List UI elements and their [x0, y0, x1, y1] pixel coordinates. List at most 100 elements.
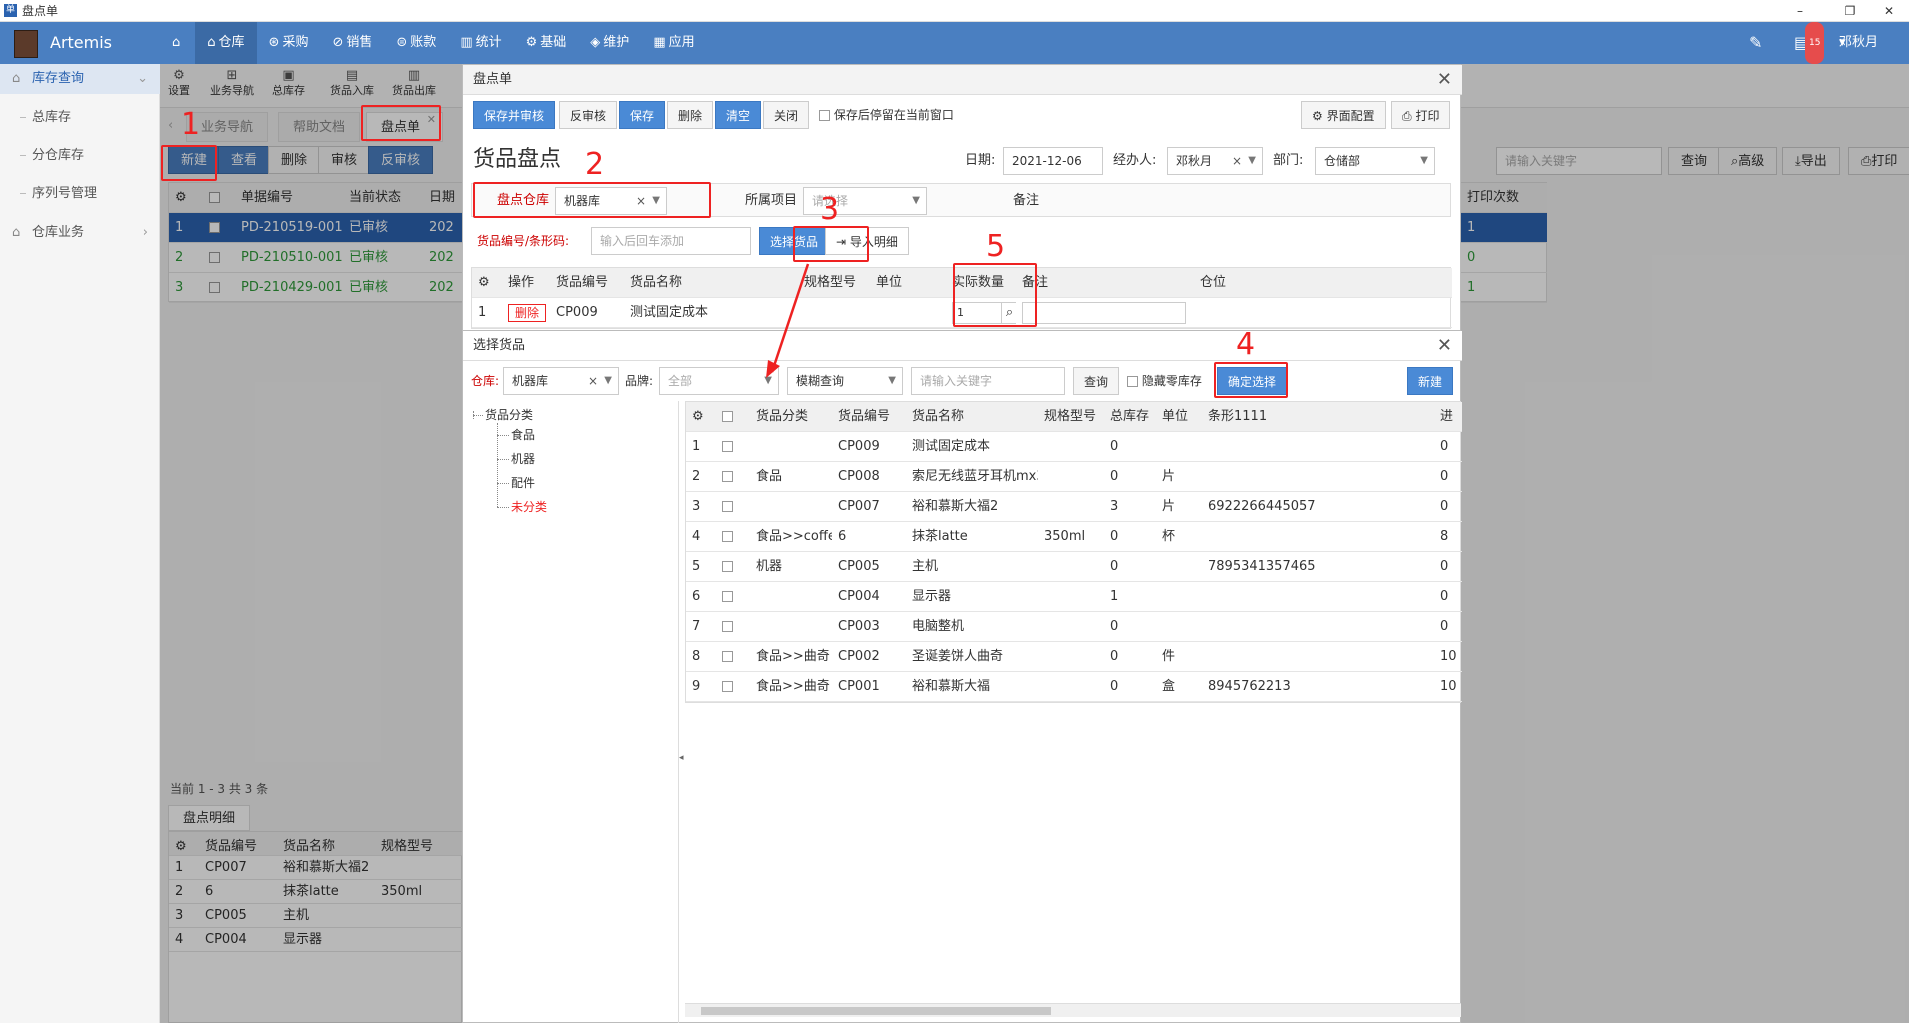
table-row[interactable]: 5 机器 CP005 主机 0 7895341357465 0 [686, 552, 1462, 582]
quantity-input[interactable]: 1 [952, 301, 1002, 324]
clear-button[interactable]: 清空 [715, 101, 762, 129]
row-checkbox[interactable] [722, 591, 733, 602]
scrollbar-thumb[interactable] [701, 1007, 1051, 1015]
hide-zero-option[interactable]: 隐藏零库存 [1127, 367, 1202, 395]
clear-icon[interactable]: × [1232, 148, 1242, 174]
maintain-icon: ◈ [590, 35, 601, 50]
restore-button[interactable]: ❐ [1830, 0, 1870, 22]
row-checkbox[interactable] [722, 531, 733, 542]
close-button[interactable]: 关闭 [763, 101, 810, 129]
table-row[interactable]: 3 CP007 裕和慕斯大福2 3 片 6922266445057 0 [686, 492, 1462, 522]
goods-code: CP001 [838, 679, 880, 694]
save-button[interactable]: 保存 [619, 101, 666, 129]
splitter-handle[interactable]: ◂ [679, 753, 685, 769]
picker-keyword-input[interactable]: 请输入关键字 [911, 367, 1065, 395]
column-header: 仓位 [1200, 275, 1227, 290]
sidebar-sub-serial[interactable]: 序列号管理 [0, 180, 160, 208]
nav-label: 仓库 [218, 35, 245, 50]
window-titlebar: 单 盘点单 – ❐ ✕ [0, 0, 1909, 22]
column-settings[interactable]: ⚙ [686, 402, 716, 432]
row-checkbox[interactable] [722, 471, 733, 482]
column-settings[interactable]: ⚙ [472, 268, 502, 298]
match-mode-select[interactable]: 模糊查询 ▼ [787, 367, 903, 395]
dept-select[interactable]: 仓储部 ▼ [1315, 147, 1435, 175]
goods-unit [1156, 552, 1202, 582]
sidebar-sub-total-stock[interactable]: 总库存 [0, 104, 160, 132]
row-checkbox[interactable] [722, 621, 733, 632]
date-field[interactable]: 2021-12-06 [1003, 147, 1103, 175]
goods-barcode: 7895341357465 [1208, 559, 1316, 574]
goods-unit: 盒 [1162, 679, 1176, 694]
close-window-button[interactable]: ✕ [1869, 0, 1909, 22]
brand-select[interactable]: 全部 ▼ [659, 367, 779, 395]
goods-in: 10 [1440, 649, 1457, 664]
sidebar-item-inventory[interactable]: ⌂ 库存查询 ⌄ [0, 64, 160, 94]
row-checkbox[interactable] [722, 651, 733, 662]
import-detail-button[interactable]: ⇥ 导入明细 [825, 227, 909, 255]
print-icon: ⎙ [1402, 109, 1412, 123]
nav-item-account[interactable]: ⊜ 账款 [384, 22, 448, 64]
tree-node-uncategorized[interactable]: 未分类 [511, 493, 547, 521]
sidebar-item-warehouse-business[interactable]: ⌂ 仓库业务 › [0, 218, 160, 248]
row-checkbox[interactable] [722, 441, 733, 452]
goods-barcode [1202, 582, 1334, 612]
nav-item-maintain[interactable]: ◈ 维护 [578, 22, 641, 64]
delete-button[interactable]: 删除 [667, 101, 714, 129]
layout-config-button[interactable]: ⚙ 界面配置 [1301, 101, 1386, 129]
table-row[interactable]: 6 CP004 显示器 1 0 [686, 582, 1462, 612]
chevron-down-icon: ▼ [1248, 155, 1256, 166]
table-row[interactable]: 8 食品>>曲奇 CP002 圣诞姜饼人曲奇 0 件 10 [686, 642, 1462, 672]
table-row[interactable]: 7 CP003 电脑整机 0 0 [686, 612, 1462, 642]
picker-warehouse-select[interactable]: 机器库 × ▼ [503, 367, 619, 395]
unapprove-button[interactable]: 反审核 [559, 101, 618, 129]
table-row[interactable]: 1 删除 CP009 测试固定成本 1 ⌕ [472, 298, 1452, 328]
nav-item-base[interactable]: ⚙ 基础 [514, 22, 579, 64]
search-icon[interactable]: ⌕ [1002, 301, 1016, 324]
confirm-select-button[interactable]: 确定选择 [1217, 367, 1288, 395]
nav-item-stats[interactable]: ▥ 统计 [448, 22, 513, 64]
row-delete-button[interactable]: 删除 [508, 304, 547, 322]
column-header: 货品分类 [756, 409, 809, 424]
edit-icon[interactable]: ✎ [1749, 22, 1762, 64]
nav-item-sales[interactable]: ⊘ 销售 [320, 22, 384, 64]
handler-select[interactable]: 邓秋月 × ▼ [1167, 147, 1263, 175]
row-checkbox[interactable] [722, 681, 733, 692]
nav-item-home[interactable]: ⌂ [160, 22, 195, 64]
goods-spec [1038, 672, 1104, 702]
keep-open-option[interactable]: 保存后停留在当前窗口 [819, 101, 954, 129]
handler-label: 经办人: [1113, 153, 1157, 168]
close-icon[interactable]: ✕ [1437, 331, 1452, 361]
print-button[interactable]: ⎙ 打印 [1391, 101, 1451, 129]
clear-icon[interactable]: × [636, 188, 646, 214]
warehouse-select[interactable]: 机器库 × ▼ [555, 187, 667, 215]
nav-item-apps[interactable]: ▦ 应用 [641, 22, 706, 64]
row-checkbox[interactable] [722, 411, 733, 422]
goods-barcode [1202, 432, 1334, 462]
row-checkbox[interactable] [722, 501, 733, 512]
row-checkbox[interactable] [722, 561, 733, 572]
table-row[interactable]: 9 食品>>曲奇 CP001 裕和慕斯大福 0 盒 8945762213 10 [686, 672, 1462, 702]
table-row[interactable]: 4 食品>>coffee 6 抹茶latte 350ml 0 杯 8 [686, 522, 1462, 552]
minimize-button[interactable]: – [1780, 0, 1820, 22]
barcode-input[interactable]: 输入后回车添加 [591, 227, 751, 255]
table-row[interactable]: 1 CP009 测试固定成本 0 0 [686, 432, 1462, 462]
keep-open-checkbox[interactable] [819, 110, 830, 121]
remark-input[interactable] [1022, 301, 1186, 324]
warehouse-icon: ⌂ [207, 35, 216, 50]
home-icon: ⌂ [172, 35, 181, 50]
hide-zero-checkbox[interactable] [1127, 376, 1138, 387]
picker-new-button[interactable]: 新建 [1407, 367, 1454, 395]
save-approve-button[interactable]: 保存并审核 [473, 101, 556, 129]
nav-item-warehouse[interactable]: ⌂ 仓库 [195, 22, 257, 64]
nav-item-purchase[interactable]: ⊛ 采购 [257, 22, 321, 64]
select-goods-button[interactable]: 选择货品 [759, 227, 830, 255]
clear-icon[interactable]: × [588, 368, 598, 394]
picker-query-button[interactable]: 查询 [1073, 367, 1120, 395]
table-row[interactable]: 2 食品 CP008 索尼无线蓝牙耳机mx300 0 片 0 [686, 462, 1462, 492]
goods-barcode [1202, 462, 1334, 492]
horizontal-scrollbar[interactable] [685, 1003, 1461, 1017]
sidebar-sub-branch-stock[interactable]: 分仓库存 [0, 142, 160, 170]
close-icon[interactable]: ✕ [1437, 65, 1452, 95]
chevron-down-icon: ▼ [764, 375, 772, 386]
select-goods-dialog: 选择货品 ✕ 仓库: 机器库 × ▼ 品牌: 全部 ▼ 模糊查询 ▼ 请输入关键字 查询… [462, 330, 1462, 1023]
